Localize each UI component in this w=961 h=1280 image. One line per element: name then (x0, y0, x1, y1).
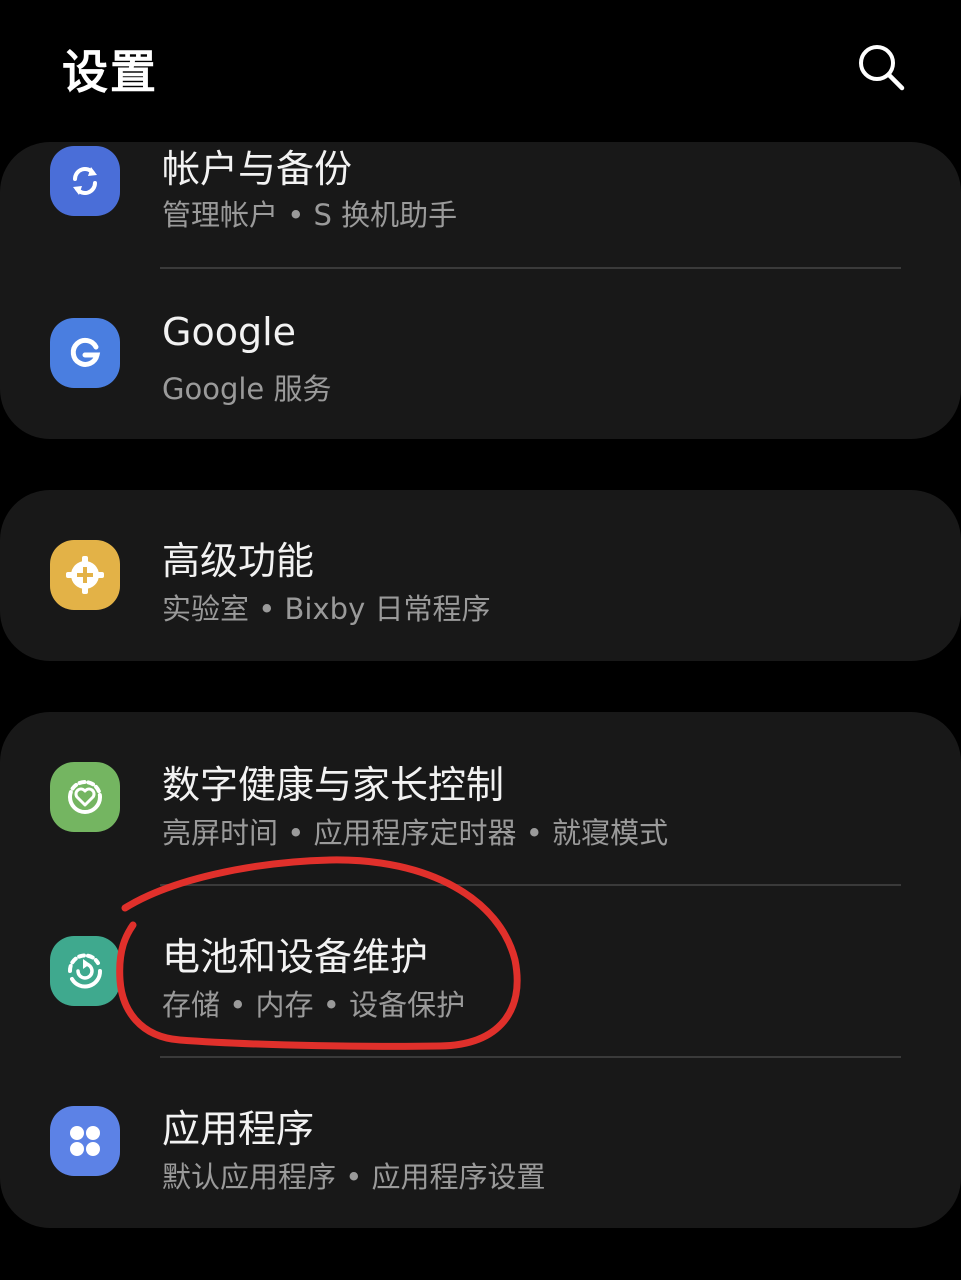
item-title: 数字健康与家长控制 (162, 763, 505, 807)
page-title-overlay: 设置 (62, 45, 158, 99)
settings-item-battery-device-care[interactable]: 电池和设备维护 存储 • 内存 • 设备保护 (0, 886, 961, 1056)
item-subtitle: 默认应用程序 • 应用程序设置 (162, 1160, 546, 1194)
item-subtitle: 亮屏时间 • 应用程序定时器 • 就寝模式 (162, 816, 669, 850)
settings-item-apps[interactable]: 应用程序 默认应用程序 • 应用程序设置 (0, 1058, 961, 1228)
search-icon (859, 45, 905, 91)
item-subtitle: Google 服务 (162, 372, 332, 406)
item-title: Google (162, 310, 297, 354)
heart-circle-icon (50, 762, 120, 832)
google-icon (50, 318, 120, 388)
sync-icon (50, 146, 120, 216)
item-title: 应用程序 (162, 1107, 315, 1151)
divider (160, 267, 901, 269)
item-subtitle: 管理帐户 • S 换机助手 (162, 198, 458, 232)
settings-item-advanced-features[interactable]: 高级功能 实验室 • Bixby 日常程序 (0, 490, 961, 661)
item-subtitle: 实验室 • Bixby 日常程序 (162, 592, 491, 626)
item-subtitle: 存储 • 内存 • 设备保护 (162, 988, 466, 1022)
settings-item-digital-wellbeing[interactable]: 数字健康与家长控制 亮屏时间 • 应用程序定时器 • 就寝模式 (0, 712, 961, 884)
search-button-overlay[interactable] (850, 36, 912, 98)
apps-grid-icon (50, 1106, 120, 1176)
gear-plus-icon (50, 540, 120, 610)
item-title: 电池和设备维护 (162, 935, 429, 979)
item-title: 高级功能 (162, 539, 315, 583)
device-care-icon (50, 936, 120, 1006)
item-title: 帐户与备份 (162, 147, 353, 191)
settings-item-google[interactable]: Google Google 服务 (0, 270, 961, 435)
